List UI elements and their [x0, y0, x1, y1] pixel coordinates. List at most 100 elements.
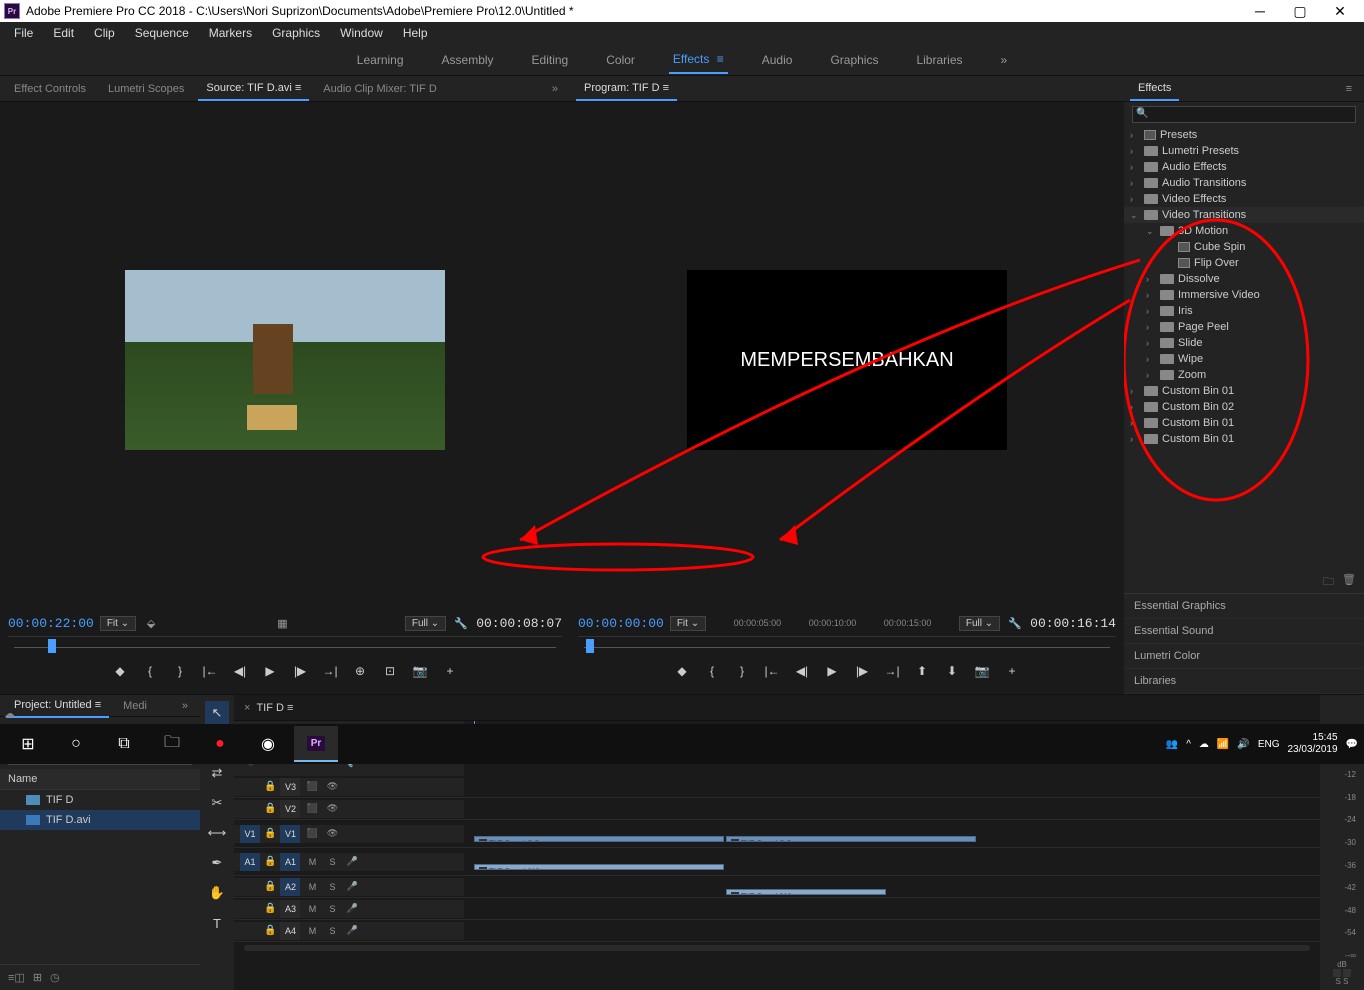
mute-icon[interactable]: M — [304, 854, 320, 870]
source-ruler[interactable] — [8, 636, 562, 656]
expand-arrow-icon[interactable]: › — [1130, 130, 1140, 140]
track-a4[interactable]: A4 — [280, 922, 300, 940]
menu-help[interactable]: Help — [393, 23, 438, 43]
menu-window[interactable]: Window — [330, 23, 393, 43]
list-view-icon[interactable]: ≡◫ — [8, 971, 25, 984]
expand-arrow-icon[interactable]: › — [1146, 274, 1156, 284]
menu-graphics[interactable]: Graphics — [262, 23, 330, 43]
step-fwd-icon[interactable]: |▶ — [851, 660, 873, 682]
track-v3[interactable]: V3 — [280, 778, 300, 796]
play-icon[interactable]: ▶ — [259, 660, 281, 682]
export-frame-icon[interactable]: 📷 — [971, 660, 993, 682]
project-item-video[interactable]: TIF D.avi — [0, 810, 200, 830]
go-out-icon[interactable]: →| — [881, 660, 903, 682]
mic-icon[interactable]: 🎤 — [344, 901, 360, 917]
effects-tree-item[interactable]: ›Audio Transitions — [1124, 175, 1364, 191]
effects-tree-item[interactable]: ›Presets — [1124, 127, 1364, 143]
solo-icon[interactable]: S — [324, 901, 340, 917]
program-settings-icon[interactable]: 🔧 — [1006, 614, 1024, 632]
wifi-icon[interactable]: 📶 — [1217, 739, 1229, 750]
source-settings-icon[interactable]: 🔧 — [452, 614, 470, 632]
add-marker-icon[interactable]: ◆ — [109, 660, 131, 682]
ws-editing[interactable]: Editing — [528, 47, 573, 73]
cortana-icon[interactable]: ○ — [54, 726, 98, 762]
effects-tree-item[interactable]: Cube Spin — [1124, 239, 1364, 255]
effects-tree-item[interactable]: ›Video Effects — [1124, 191, 1364, 207]
play-icon[interactable]: ▶ — [821, 660, 843, 682]
expand-arrow-icon[interactable]: › — [1130, 194, 1140, 204]
expand-arrow-icon[interactable]: › — [1130, 402, 1140, 412]
lock-icon[interactable]: 🔒 — [264, 781, 276, 792]
eye-icon[interactable]: 👁 — [324, 826, 340, 842]
export-frame-icon[interactable]: 📷 — [409, 660, 431, 682]
icon-view-icon[interactable]: ⊞ — [33, 971, 42, 984]
source-video-frame[interactable] — [125, 270, 445, 450]
new-bin-icon[interactable]: 🗀 — [1323, 573, 1334, 589]
effects-tree-item[interactable]: ›Page Peel — [1124, 319, 1364, 335]
expand-arrow-icon[interactable]: › — [1130, 434, 1140, 444]
ws-overflow-icon[interactable]: » — [997, 47, 1012, 73]
add-marker-icon[interactable]: ◆ — [671, 660, 693, 682]
effects-tree-item[interactable]: ›Zoom — [1124, 367, 1364, 383]
column-name[interactable]: Name — [0, 769, 200, 790]
button-editor-icon[interactable]: + — [1001, 660, 1023, 682]
mute-icon[interactable]: M — [304, 901, 320, 917]
source-overflow-icon[interactable]: » — [546, 83, 564, 95]
tab-media-browser[interactable]: Medi — [115, 695, 155, 717]
program-ruler[interactable] — [578, 636, 1116, 656]
start-button[interactable]: ⊞ — [6, 726, 50, 762]
ws-menu-icon[interactable]: ≡ — [713, 52, 723, 66]
notifications-icon[interactable]: 💬 — [1346, 739, 1358, 750]
mark-out-icon[interactable]: } — [731, 660, 753, 682]
track-v1[interactable]: V1 — [280, 825, 300, 843]
mark-out-icon[interactable]: } — [169, 660, 191, 682]
effects-tree-item[interactable]: ⌄Video Transitions — [1124, 207, 1364, 223]
menu-clip[interactable]: Clip — [84, 23, 125, 43]
project-overflow-icon[interactable]: » — [176, 700, 194, 712]
expand-arrow-icon[interactable]: › — [1130, 146, 1140, 156]
maximize-button[interactable]: ▢ — [1280, 0, 1320, 22]
source-tc-left[interactable]: 00:00:22:00 — [8, 616, 94, 631]
ws-libraries[interactable]: Libraries — [912, 47, 966, 73]
go-in-icon[interactable]: |← — [761, 660, 783, 682]
premiere-taskbar-icon[interactable]: Pr — [294, 726, 338, 762]
expand-arrow-icon[interactable]: › — [1146, 338, 1156, 348]
source-fit-dropdown[interactable]: Fit ⌄ — [100, 616, 136, 631]
creative-cloud-icon[interactable]: ☁ — [4, 707, 15, 720]
ws-audio[interactable]: Audio — [758, 47, 797, 73]
delete-icon[interactable]: 🗑 — [1342, 573, 1356, 589]
expand-arrow-icon[interactable]: › — [1146, 290, 1156, 300]
lang-indicator[interactable]: ENG — [1258, 739, 1280, 750]
step-back-icon[interactable]: ◀| — [791, 660, 813, 682]
tab-essential-graphics[interactable]: Essential Graphics — [1124, 594, 1364, 619]
effects-tree-item[interactable]: Flip Over — [1124, 255, 1364, 271]
tab-libraries[interactable]: Libraries — [1124, 669, 1364, 694]
menu-edit[interactable]: Edit — [43, 23, 84, 43]
file-explorer-icon[interactable]: 🗀 — [150, 726, 194, 762]
source-safe-margins-icon[interactable]: ▦ — [274, 614, 292, 632]
effects-tree-item[interactable]: ›Audio Effects — [1124, 159, 1364, 175]
mic-icon[interactable]: 🎤 — [344, 879, 360, 895]
ripple-edit-tool-icon[interactable]: ⇄ — [205, 761, 229, 785]
mic-icon[interactable]: 🎤 — [344, 854, 360, 870]
clip-a1-a[interactable]: TIF D.avi [A] — [474, 864, 724, 870]
eye-icon[interactable]: 👁 — [324, 801, 340, 817]
effects-tree-item[interactable]: ›Lumetri Presets — [1124, 143, 1364, 159]
source-marker-icon[interactable]: ⬙ — [142, 614, 160, 632]
sequence-tab[interactable]: TIF D ≡ — [256, 702, 293, 714]
slip-tool-icon[interactable]: ⟷ — [205, 821, 229, 845]
lock-icon[interactable]: 🔒 — [264, 828, 276, 839]
tab-effects[interactable]: Effects — [1130, 77, 1179, 101]
close-button[interactable]: ✕ — [1320, 0, 1360, 22]
step-fwd-icon[interactable]: |▶ — [289, 660, 311, 682]
tab-essential-sound[interactable]: Essential Sound — [1124, 619, 1364, 644]
minimize-button[interactable]: ─ — [1240, 0, 1280, 22]
solo-icon[interactable]: S — [324, 879, 340, 895]
track-a3[interactable]: A3 — [280, 900, 300, 918]
effects-panel-menu-icon[interactable]: ≡ — [1340, 83, 1358, 95]
effects-tree-item[interactable]: ›Custom Bin 01 — [1124, 431, 1364, 447]
menu-sequence[interactable]: Sequence — [125, 23, 199, 43]
pen-tool-icon[interactable]: ✒ — [205, 851, 229, 875]
expand-arrow-icon[interactable]: ⌄ — [1146, 226, 1156, 237]
program-tc-left[interactable]: 00:00:00:00 — [578, 616, 664, 631]
